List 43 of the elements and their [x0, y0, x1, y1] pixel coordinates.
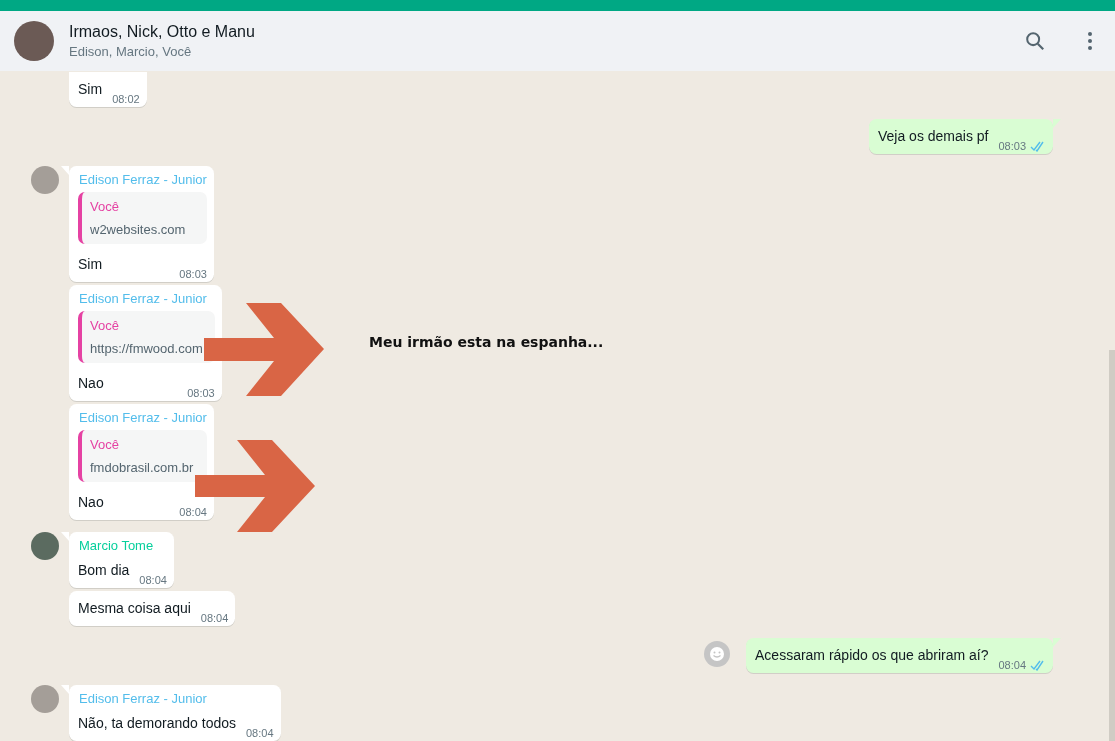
message-text: Não, ta demorando todos: [78, 714, 236, 733]
quote-text: w2websites.com: [90, 222, 187, 237]
message-text: Nao: [78, 374, 104, 393]
quoted-message[interactable]: Você w2websites.com: [78, 192, 207, 244]
message-text: Sim: [78, 255, 103, 274]
quote-text: fmdobrasil.com.br: [90, 460, 195, 475]
quote-text: https://fmwood.com: [90, 341, 203, 356]
quoted-message[interactable]: Você https://fmwood.com: [78, 311, 215, 363]
message-time: 08:04: [200, 612, 229, 624]
message-text: Acessaram rápido os que abriram aí?: [755, 646, 989, 665]
message-text: Mesma coisa aqui: [78, 599, 191, 618]
double-check-icon: [1030, 659, 1046, 671]
search-icon: [1024, 30, 1046, 52]
contact-avatar[interactable]: [31, 532, 59, 560]
message-time: 08:04: [179, 506, 207, 518]
message-time: 08:03: [998, 140, 1026, 152]
sender-name: Edison Ferraz - Junior: [79, 172, 207, 187]
scrollbar[interactable]: [1109, 350, 1115, 741]
annotation-text: Meu irmão esta na espanha...: [369, 334, 604, 350]
smiley-icon: [709, 646, 725, 662]
message-text: Nao: [78, 493, 104, 512]
quoted-message[interactable]: Você fmdobrasil.com.br: [78, 430, 207, 482]
quote-author: Você: [90, 199, 120, 214]
chat-members: Edison, Marcio, Você: [69, 44, 193, 59]
sender-name: Edison Ferraz - Junior: [79, 410, 207, 425]
quote-author: Você: [90, 437, 120, 452]
sender-name: Marcio Tome: [79, 538, 155, 553]
group-avatar[interactable]: [14, 21, 54, 61]
menu-icon: [1087, 31, 1093, 51]
message-time: 08:03: [187, 387, 215, 399]
message-time: 08:04: [998, 659, 1026, 671]
message-time: 08:03: [179, 268, 207, 280]
message-text: Veja os demais pf: [877, 127, 989, 146]
message-text: Bom dia: [78, 561, 130, 580]
chat-title: Irmaos, Nick, Otto e Manu: [69, 23, 256, 41]
sender-name: Edison Ferraz - Junior: [79, 691, 208, 706]
quote-author: Você: [90, 318, 120, 333]
double-check-icon: [1030, 140, 1046, 152]
message-time: 08:02: [112, 93, 140, 105]
message-time: 08:04: [139, 574, 167, 586]
sender-name: Edison Ferraz - Junior: [79, 291, 208, 306]
message-time: 08:04: [246, 727, 274, 739]
message-text: Sim: [78, 80, 103, 99]
